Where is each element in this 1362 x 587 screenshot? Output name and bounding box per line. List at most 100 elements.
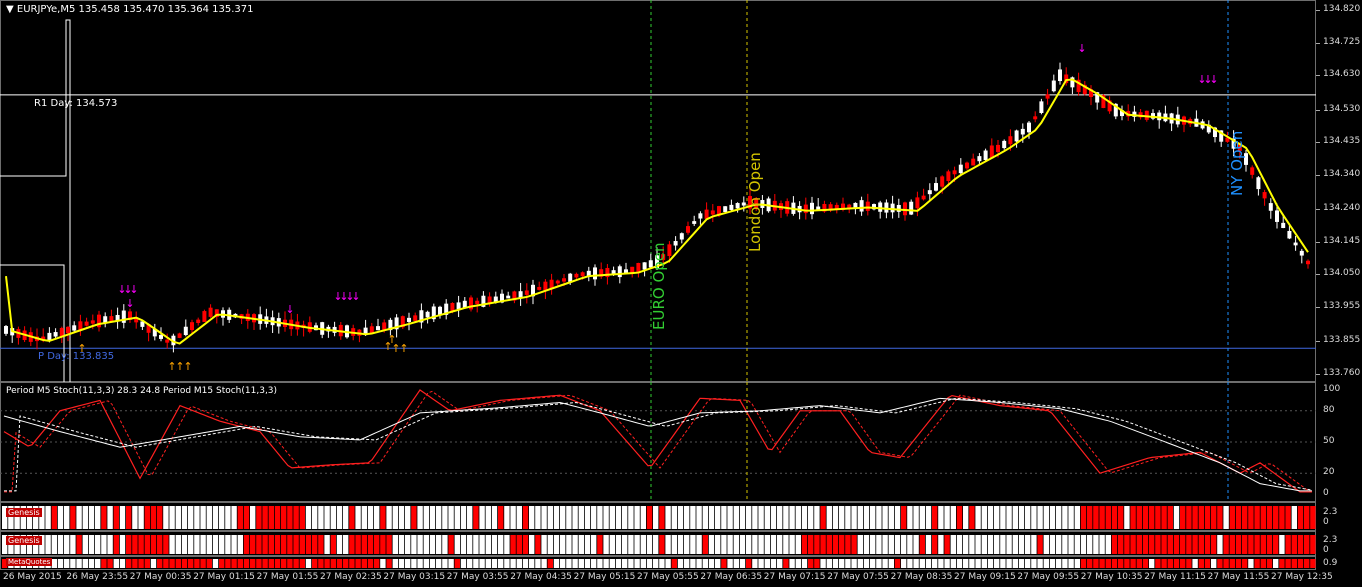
genesis-bar: [324, 535, 330, 554]
genesis-bar: [206, 506, 212, 529]
genesis-bar: [1229, 559, 1235, 568]
genesis-bar: [783, 535, 789, 554]
genesis-bar: [1006, 535, 1012, 554]
genesis-bar: [832, 535, 839, 554]
genesis-bar: [919, 559, 925, 568]
candle-body: [1027, 122, 1031, 133]
candle-body: [208, 307, 213, 317]
candle-body: [971, 158, 976, 166]
genesis-bar: [764, 559, 770, 568]
genesis-bar: [498, 559, 504, 568]
genesis-bar: [913, 506, 919, 529]
genesis-bar: [578, 506, 584, 529]
stoch-tick-label: 50: [1323, 436, 1335, 446]
down-arrow-icon: ↓: [1077, 42, 1086, 55]
genesis-bar: [510, 559, 516, 568]
stochastic-scale[interactable]: 100 80 50 20 0: [1316, 382, 1362, 502]
genesis-bar: [107, 506, 113, 529]
time-tick-label: 27 May 11:55: [1207, 572, 1270, 582]
genesis-bar: [175, 535, 181, 554]
genesis-bar: [1266, 559, 1273, 568]
genesis-bar: [1149, 535, 1155, 554]
genesis-bar: [157, 535, 163, 554]
genesis-bar: [212, 535, 219, 554]
genesis-bar: [529, 506, 535, 529]
time-axis[interactable]: 26 May 2015 26 May 23:55 27 May 00:35 27 Ma…: [0, 570, 1333, 587]
genesis-bar: [795, 506, 801, 529]
genesis-bar: [219, 535, 225, 554]
candle-body: [66, 326, 70, 334]
genesis-bar: [516, 506, 522, 529]
genesis-bar: [231, 535, 237, 554]
genesis-bar: [901, 506, 907, 529]
price-scale[interactable]: 134.820 134.725 134.630 134.530 134.435 134.3…: [1316, 0, 1362, 382]
up-arrow-icon: ↑: [399, 342, 408, 355]
candle-body: [729, 204, 734, 210]
genesis-bar: [287, 535, 293, 554]
genesis-bar: [194, 559, 200, 568]
genesis-bar: [312, 559, 318, 568]
genesis-bar: [894, 506, 901, 529]
genesis-bar: [442, 535, 448, 554]
genesis-bar: [987, 535, 994, 554]
genesis-bar: [88, 535, 95, 554]
genesis-bar: [113, 506, 119, 529]
price-tick: [1316, 42, 1320, 44]
candle-body: [1293, 242, 1298, 246]
candle-body: [413, 315, 418, 321]
euro-open-label: EURO Open: [650, 242, 668, 330]
genesis-bar: [572, 506, 578, 529]
genesis-bar: [126, 535, 132, 554]
genesis-bar: [994, 559, 1000, 568]
genesis-bar: [640, 506, 646, 529]
genesis-bar: [863, 506, 870, 529]
genesis-bar: [132, 535, 138, 554]
candle-body: [84, 321, 89, 326]
genesis-bar: [907, 535, 913, 554]
genesis-bar: [250, 506, 256, 529]
genesis-bar: [777, 506, 783, 529]
genesis-bar: [429, 559, 436, 568]
genesis-label-1: Genesis: [6, 508, 42, 517]
genesis-bar: [417, 559, 423, 568]
genesis-bar: [1037, 506, 1043, 529]
genesis-bar: [1304, 559, 1310, 568]
genesis-bar: [845, 559, 851, 568]
genesis-bar: [1087, 535, 1093, 554]
genesis-scale: 2.3 0 2.3 0 0.9: [1316, 502, 1362, 570]
genesis-bar: [1279, 559, 1285, 568]
genesis-bar: [305, 535, 312, 554]
genesis-bar: [665, 559, 671, 568]
genesis-bar: [392, 559, 398, 568]
genesis-bar: [622, 535, 628, 554]
genesis-bar: [1012, 535, 1018, 554]
genesis-bar: [1099, 535, 1105, 554]
triangle-down-icon[interactable]: ▼: [6, 4, 14, 15]
genesis-bar: [1142, 535, 1149, 554]
genesis-bar: [1291, 535, 1297, 554]
genesis-bar: [994, 535, 1000, 554]
genesis-bar: [1062, 535, 1068, 554]
genesis-bar: [1304, 506, 1310, 529]
genesis-bar: [1310, 559, 1316, 568]
genesis-bar: [243, 535, 250, 554]
genesis-bar: [1161, 559, 1167, 568]
candle-body: [983, 150, 988, 161]
genesis-bar: [956, 506, 963, 529]
genesis-bar: [640, 559, 646, 568]
time-tick-label: 27 May 05:15: [573, 572, 636, 582]
price-tick-label: 134.145: [1323, 235, 1361, 246]
time-tick-label: 27 May 12:35: [1271, 572, 1333, 582]
genesis1-scale-bottom: 0: [1323, 517, 1329, 527]
genesis-bar: [963, 535, 969, 554]
genesis-bar: [597, 506, 603, 529]
genesis-bar: [963, 506, 969, 529]
genesis-bar: [70, 506, 76, 529]
genesis-bar: [51, 559, 57, 568]
genesis-bar: [529, 559, 535, 568]
time-tick-label: 27 May 00:35: [129, 572, 192, 582]
genesis-bar: [181, 559, 188, 568]
genesis-bar: [1254, 506, 1260, 529]
genesis-bar: [690, 506, 696, 529]
genesis-bar: [845, 535, 851, 554]
